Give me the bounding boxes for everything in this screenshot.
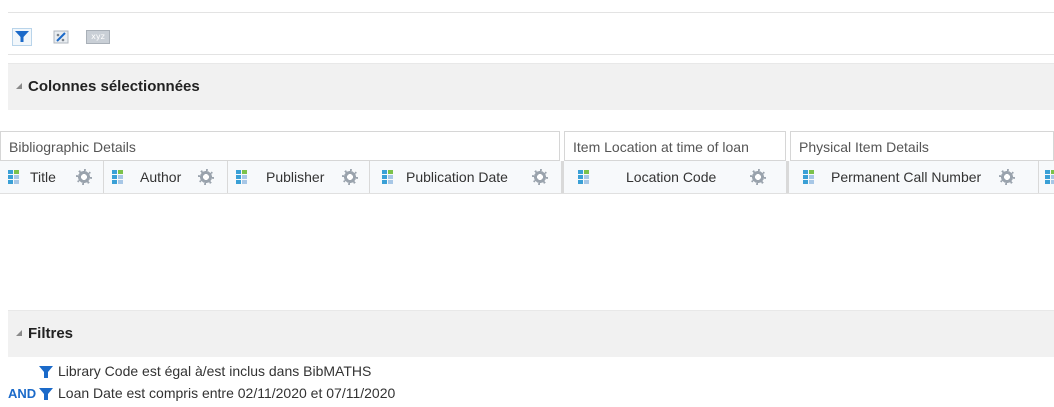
- filter-text[interactable]: Loan Date est compris entre 02/11/2020 e…: [58, 385, 395, 401]
- column-row: Title Author Publisher Publication Date …: [0, 161, 1054, 194]
- group-header-item-location[interactable]: Item Location at time of loan: [564, 131, 786, 161]
- xyz-icon[interactable]: xyz: [86, 30, 110, 44]
- toolbar: xyz: [8, 24, 1054, 55]
- collapse-triangle-icon[interactable]: [16, 330, 22, 336]
- gear-icon[interactable]: [532, 169, 548, 185]
- gear-icon[interactable]: [750, 169, 766, 185]
- drag-handle-icon[interactable]: [382, 170, 394, 184]
- filter-icon: [38, 387, 54, 404]
- filters-header[interactable]: Filtres: [8, 310, 1054, 357]
- drag-handle-icon[interactable]: [578, 170, 590, 184]
- drag-handle-icon[interactable]: [236, 170, 248, 184]
- filter-icon[interactable]: [12, 28, 32, 46]
- gear-icon[interactable]: [342, 169, 358, 185]
- drag-handle-icon[interactable]: [1045, 170, 1054, 184]
- column-author[interactable]: Author: [104, 161, 228, 193]
- filter-text[interactable]: Library Code est égal à/est inclus dans …: [58, 363, 371, 379]
- drag-handle-icon[interactable]: [803, 170, 815, 184]
- gear-icon[interactable]: [76, 169, 92, 185]
- collapse-triangle-icon[interactable]: [16, 83, 22, 89]
- selected-columns-header[interactable]: Colonnes sélectionnées: [8, 63, 1054, 110]
- column-permanent-call-number[interactable]: Permanent Call Number: [789, 161, 1039, 193]
- group-header-physical-item[interactable]: Physical Item Details: [790, 131, 1054, 161]
- column-title[interactable]: Title: [0, 161, 104, 193]
- drag-handle-icon[interactable]: [8, 170, 20, 184]
- column-publisher[interactable]: Publisher: [228, 161, 370, 193]
- section-title: Colonnes sélectionnées: [28, 78, 200, 95]
- top-divider: [8, 12, 1054, 13]
- column-partial[interactable]: [1039, 161, 1054, 193]
- column-location-code[interactable]: Location Code: [564, 161, 789, 193]
- section-title: Filtres: [28, 325, 74, 342]
- drag-handle-icon[interactable]: [112, 170, 124, 184]
- filter-icon: [38, 365, 54, 382]
- gear-icon[interactable]: [198, 169, 214, 185]
- filter-operator[interactable]: AND: [8, 386, 36, 401]
- edit-formula-icon[interactable]: [52, 28, 72, 46]
- column-publication-date[interactable]: Publication Date: [370, 161, 564, 193]
- group-header-bibliographic[interactable]: Bibliographic Details: [0, 131, 560, 161]
- gear-icon[interactable]: [999, 169, 1015, 185]
